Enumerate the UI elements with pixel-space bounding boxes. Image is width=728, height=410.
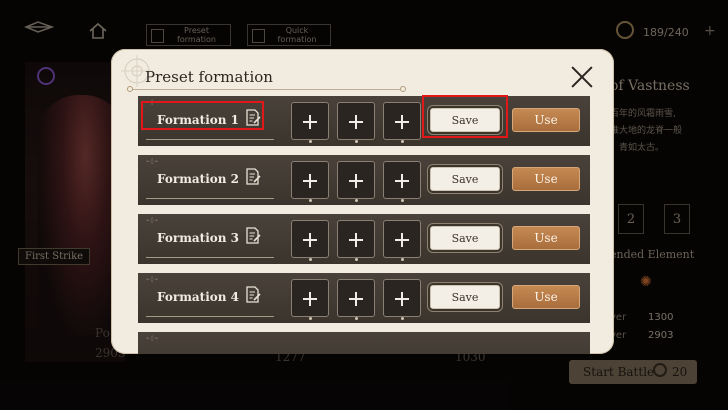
formation-row: ⌁◊⌁ Formation 4 Save Use <box>138 273 590 323</box>
character-slot-add[interactable] <box>337 102 375 143</box>
use-button[interactable]: Use <box>512 226 580 250</box>
rename-icon[interactable] <box>245 168 261 186</box>
row-ornament-text: ⌁◊⌁ <box>146 335 160 342</box>
row-ornament-text: ⌁◊⌁ <box>146 217 160 224</box>
preset-formation-dialog: Preset formation ⌁◊⌁ Formation 1 Save Us… <box>111 49 614 354</box>
character-slot-add[interactable] <box>291 279 329 320</box>
character-slot-add[interactable] <box>383 220 421 261</box>
formation-name: Formation 3 <box>157 231 240 245</box>
formation-row: ⌁◊⌁ Formation 3 Save Use <box>138 214 590 264</box>
name-underline <box>146 316 274 317</box>
save-button[interactable]: Save <box>430 167 500 191</box>
save-button[interactable]: Save <box>430 226 500 250</box>
save-button[interactable]: Save <box>430 285 500 309</box>
highlight-box-save-button <box>422 95 508 138</box>
use-button[interactable]: Use <box>512 108 580 132</box>
character-slot-add[interactable] <box>383 102 421 143</box>
character-slot-add[interactable] <box>383 279 421 320</box>
character-slot-add[interactable] <box>291 161 329 202</box>
rename-icon[interactable] <box>245 286 261 304</box>
character-slot-add[interactable] <box>337 220 375 261</box>
name-underline <box>146 198 274 199</box>
use-button[interactable]: Use <box>512 285 580 309</box>
name-underline <box>146 139 274 140</box>
formation-name: Formation 4 <box>157 290 240 304</box>
character-slot-add[interactable] <box>337 161 375 202</box>
highlight-box-formation-name <box>141 101 264 130</box>
character-slot-add[interactable] <box>337 279 375 320</box>
name-underline <box>146 257 274 258</box>
use-button[interactable]: Use <box>512 167 580 191</box>
formation-name: Formation 2 <box>157 172 240 186</box>
formation-row: ⌁◊⌁ <box>138 332 590 354</box>
row-ornament-text: ⌁◊⌁ <box>146 276 160 283</box>
character-slot-add[interactable] <box>291 102 329 143</box>
rename-icon[interactable] <box>245 227 261 245</box>
formation-list: ⌁◊⌁ Formation 1 Save Use ⌁◊⌁ Formation 2 <box>111 49 614 354</box>
row-ornament-text: ⌁◊⌁ <box>146 158 160 165</box>
character-slot-add[interactable] <box>383 161 421 202</box>
formation-row: ⌁◊⌁ Formation 2 Save Use <box>138 155 590 205</box>
character-slot-add[interactable] <box>291 220 329 261</box>
